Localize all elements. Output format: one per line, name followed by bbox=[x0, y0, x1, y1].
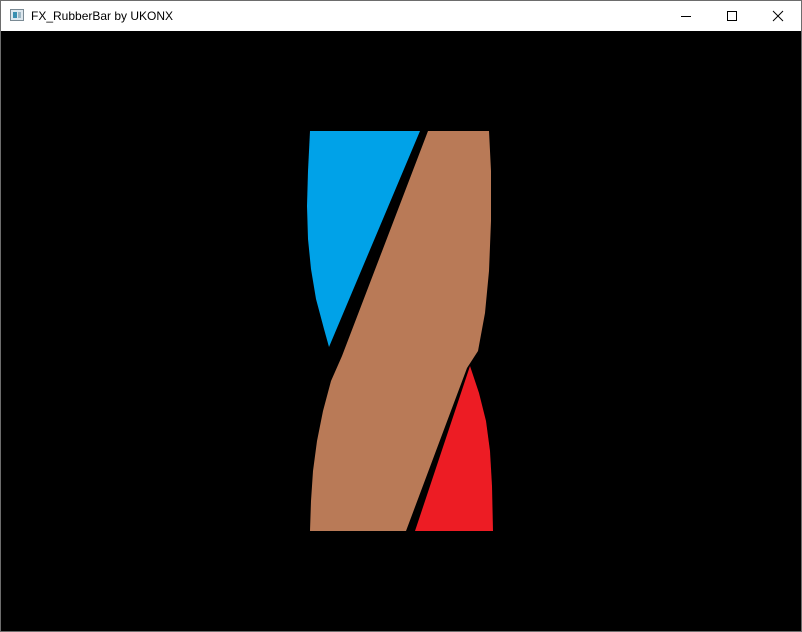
close-button[interactable] bbox=[755, 1, 801, 31]
window-title: FX_RubberBar by UKONX bbox=[31, 9, 174, 23]
minimize-icon bbox=[681, 16, 691, 17]
maximize-button[interactable] bbox=[709, 1, 755, 31]
app-window: FX_RubberBar by UKONX bbox=[0, 0, 802, 632]
close-icon bbox=[772, 10, 784, 22]
application-window-icon[interactable] bbox=[10, 9, 24, 21]
minimize-button[interactable] bbox=[663, 1, 709, 31]
title-bar[interactable]: FX_RubberBar by UKONX bbox=[1, 1, 801, 31]
maximize-icon bbox=[727, 11, 737, 21]
render-canvas[interactable] bbox=[1, 31, 801, 631]
